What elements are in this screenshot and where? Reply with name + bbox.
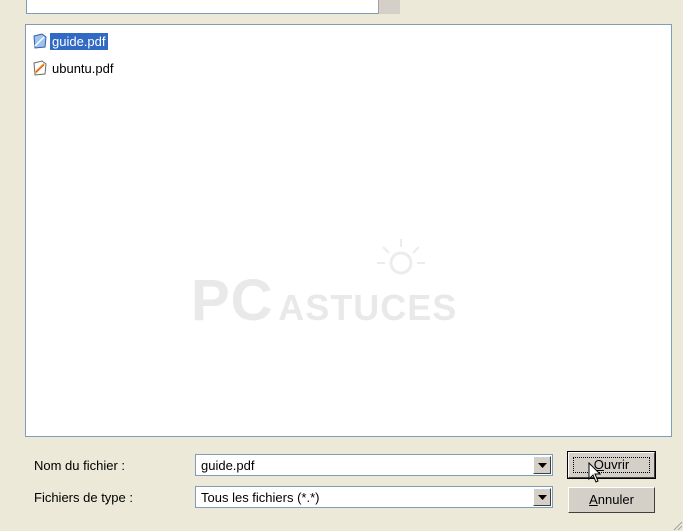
watermark-text-astuces: ASTUCES bbox=[278, 287, 458, 328]
look-in-combo-remnant[interactable] bbox=[26, 0, 400, 14]
look-in-combo-button[interactable] bbox=[378, 0, 400, 14]
watermark-text-pc: PC bbox=[191, 268, 274, 333]
file-list[interactable]: guide.pdf ubuntu.pdf PC ASTUCES bbox=[25, 24, 672, 437]
resize-grip-icon[interactable] bbox=[671, 519, 683, 531]
chevron-down-icon bbox=[538, 463, 547, 468]
open-button[interactable]: Ouvrir bbox=[567, 451, 656, 479]
filename-dropdown-button[interactable] bbox=[533, 456, 551, 474]
cancel-accel: A bbox=[589, 492, 598, 507]
file-item-guide[interactable]: guide.pdf bbox=[32, 32, 108, 50]
pdf-file-icon bbox=[32, 33, 48, 49]
filename-label: Nom du fichier : bbox=[34, 458, 126, 473]
focus-rect bbox=[573, 457, 650, 473]
filename-input[interactable]: guide.pdf bbox=[201, 458, 255, 473]
filetype-value: Tous les fichiers (*.*) bbox=[201, 490, 320, 505]
pdf-file-icon bbox=[32, 60, 48, 76]
filename-combo[interactable]: guide.pdf bbox=[195, 454, 553, 476]
file-item-ubuntu[interactable]: ubuntu.pdf bbox=[32, 59, 115, 77]
file-name: ubuntu.pdf bbox=[52, 60, 114, 76]
mouse-cursor-icon bbox=[588, 462, 602, 483]
cancel-label: nnuler bbox=[597, 492, 634, 507]
filetype-dropdown-button[interactable] bbox=[533, 488, 551, 506]
filetype-label: Fichiers de type : bbox=[34, 490, 133, 505]
file-name: guide.pdf bbox=[50, 32, 108, 50]
watermark-logo: PC ASTUCES bbox=[191, 239, 521, 355]
bulb-icon bbox=[377, 239, 425, 275]
chevron-down-icon bbox=[538, 495, 547, 500]
filetype-select[interactable]: Tous les fichiers (*.*) bbox=[195, 486, 553, 508]
cancel-button[interactable]: Annuler bbox=[568, 487, 655, 513]
